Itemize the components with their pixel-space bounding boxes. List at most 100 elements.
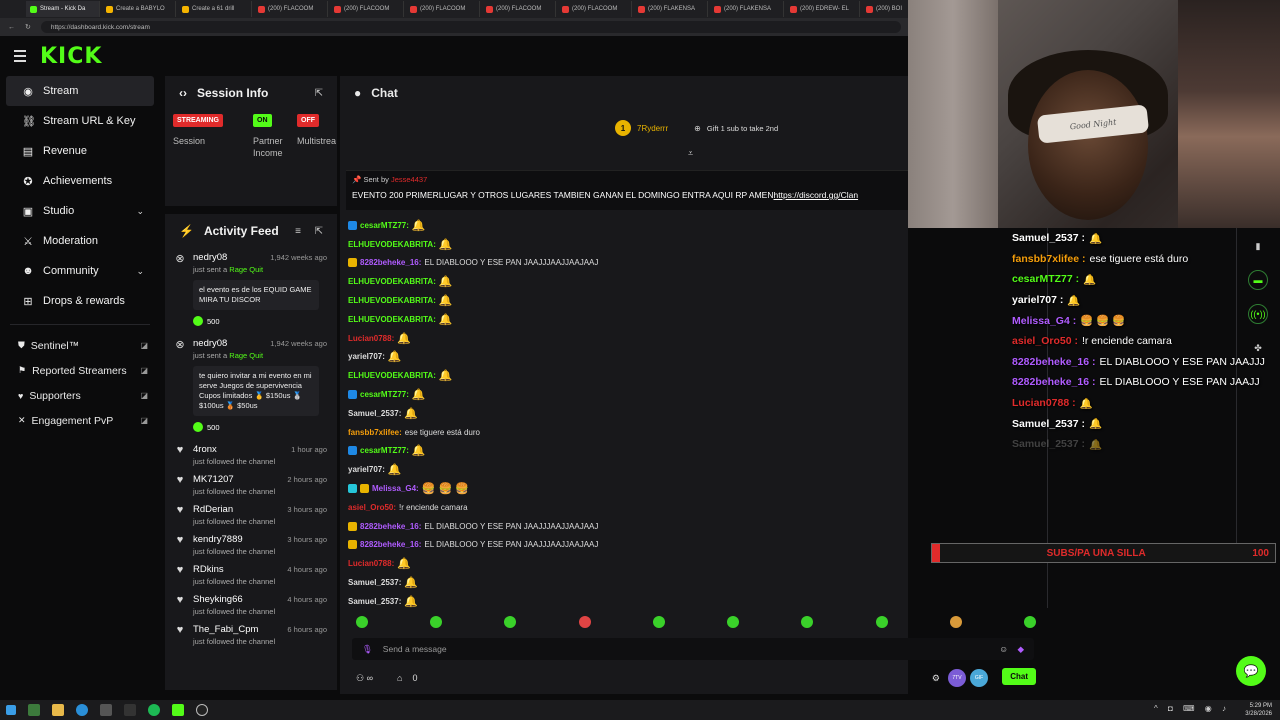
sidebar-item-studio[interactable]: ▣ Studio ⌄	[6, 196, 154, 226]
chevron-down-icon[interactable]: ⌄	[136, 206, 144, 217]
pin-icon[interactable]: ◪	[140, 341, 148, 350]
activity-username[interactable]: 4ronx	[193, 444, 275, 455]
sidebar-item-drops-rewards[interactable]: ⊞ Drops & rewards	[6, 286, 154, 316]
broadcast-icon[interactable]: ((•))	[1248, 304, 1268, 324]
chat-username[interactable]: 8282beheke_16:	[360, 258, 421, 267]
sidebar-item-stream[interactable]: ◉ Stream	[6, 76, 154, 106]
activity-username[interactable]: RdDerian	[193, 504, 275, 515]
sidebar-item-community[interactable]: ☻ Community ⌄	[6, 256, 154, 286]
top-gifter[interactable]: 1 7Ryderrr ⊕ Gift 1 sub to take 2nd	[615, 120, 778, 136]
sidebar-extra-supporters[interactable]: ♥ Supporters ◪	[6, 383, 154, 408]
browser-tab[interactable]: (200) EDREW- EL	[786, 1, 860, 17]
windows-start-icon[interactable]	[6, 705, 16, 715]
chat-input[interactable]: 🎙 Send a message ☺ ◆	[352, 638, 1034, 660]
browser-tab[interactable]: (200) FLAKENSA	[634, 1, 708, 17]
pin-icon[interactable]: ◪	[140, 391, 148, 400]
activity-username[interactable]: The_Fabi_Cpm	[193, 624, 275, 635]
browser-tab[interactable]: Create a BABYLO	[102, 1, 176, 17]
sidebar-item-revenue[interactable]: ▤ Revenue	[6, 136, 154, 166]
quick-emote-icon[interactable]	[652, 616, 665, 628]
7tv-icon[interactable]: 7TV	[948, 669, 966, 687]
chat-username[interactable]: Melissa_G4:	[372, 484, 419, 493]
popout-icon[interactable]: ⇱	[315, 226, 323, 237]
chat-username[interactable]: yariel707:	[348, 352, 385, 361]
chat-username[interactable]: fansbb7xlifee:	[348, 428, 402, 437]
folder-icon[interactable]	[52, 704, 64, 716]
chat-send-button[interactable]: Chat	[1002, 668, 1036, 685]
sidebar-extra-sentinel[interactable]: ⛊ Sentinel™ ◪	[6, 333, 154, 358]
browser-tab[interactable]: (200) FLACOOM	[558, 1, 632, 17]
sidebar-item-moderation[interactable]: ⚔ Moderation	[6, 226, 154, 256]
kick-app-icon[interactable]	[172, 704, 184, 716]
quick-emote-icon[interactable]	[1023, 616, 1036, 628]
browser-tab[interactable]: Stream - Kick Da	[26, 1, 100, 17]
quick-emote-icon[interactable]	[875, 616, 888, 628]
chat-username[interactable]: Samuel_2537:	[348, 597, 401, 606]
store-app-icon[interactable]	[100, 704, 112, 716]
browser-tab[interactable]: (200) FLAKENSA	[710, 1, 784, 17]
browser-tab[interactable]: (200) FLACOOM	[330, 1, 404, 17]
spotify-icon[interactable]	[148, 704, 160, 716]
chat-username[interactable]: ELHUEVODEKABRITA:	[348, 277, 436, 286]
pinned-sender-name[interactable]: Jesse4437	[391, 175, 427, 184]
chat-icon[interactable]: ▬	[1248, 270, 1268, 290]
popout-icon[interactable]: ⇱	[315, 88, 323, 99]
chat-username[interactable]: cesarMTZ77:	[360, 446, 409, 455]
refresh-icon[interactable]: ↻	[25, 23, 31, 31]
chat-username[interactable]: cesarMTZ77:	[360, 390, 409, 399]
sidebar-item-stream-url-key[interactable]: ⛓ Stream URL & Key	[6, 106, 154, 136]
chat-username[interactable]: Samuel_2537:	[348, 409, 401, 418]
chat-username[interactable]: Lucian0788:	[348, 559, 394, 568]
mic-icon[interactable]: 🎙	[362, 644, 373, 655]
quick-emote-icon[interactable]	[801, 616, 814, 628]
terminal-icon[interactable]	[28, 704, 40, 716]
chat-username[interactable]: 8282beheke_16:	[360, 522, 421, 531]
activity-username[interactable]: RDkins	[193, 564, 275, 575]
people-icon[interactable]: ⚇ ∞	[356, 673, 373, 684]
chat-username[interactable]: ELHUEVODEKABRITA:	[348, 371, 436, 380]
quick-emote-icon[interactable]	[504, 616, 517, 628]
browser-tab[interactable]: (200) FLACOOM	[254, 1, 328, 17]
chat-username[interactable]: ELHUEVODEKABRITA:	[348, 315, 436, 324]
chat-username[interactable]: ELHUEVODEKABRITA:	[348, 240, 436, 249]
support-chat-button[interactable]: 💬	[1236, 656, 1266, 686]
pen-icon[interactable]	[124, 704, 136, 716]
system-tray[interactable]: ^ ◘ ⌨ ◉ ♪	[1154, 704, 1230, 713]
quick-emote-icon[interactable]	[578, 616, 591, 628]
chat-username[interactable]: 8282beheke_16:	[360, 540, 421, 549]
filter-icon[interactable]: ≡	[295, 226, 301, 237]
gif-icon[interactable]: GIF	[970, 669, 988, 687]
pin-icon[interactable]: ◪	[140, 366, 148, 375]
chat-username[interactable]: cesarMTZ77:	[360, 221, 409, 230]
activity-username[interactable]: kendry7889	[193, 534, 275, 545]
kick-logo[interactable]: KICK	[40, 44, 102, 69]
chevron-down-icon[interactable]: ⌄	[136, 266, 144, 277]
pinned-link[interactable]: https://discord.gg/Clan	[774, 190, 859, 200]
document-icon[interactable]: ▮	[1248, 236, 1268, 256]
collapse-icon[interactable]: ⩡	[688, 148, 693, 159]
browser-tab[interactable]: (200) FLACOOM	[482, 1, 556, 17]
browser-tab[interactable]: Create a 61 drill	[178, 1, 252, 17]
chat-username[interactable]: Samuel_2537:	[348, 578, 401, 587]
pin-icon[interactable]: ◪	[140, 416, 148, 425]
quick-emote-icon[interactable]	[949, 616, 962, 628]
back-icon[interactable]: ←	[8, 24, 15, 31]
sidebar-extra-reported-streamers[interactable]: ⚑ Reported Streamers ◪	[6, 358, 154, 383]
kick-emote-icon[interactable]: ◆	[1017, 644, 1024, 655]
chat-username[interactable]: yariel707:	[348, 465, 385, 474]
edge-icon[interactable]	[76, 704, 88, 716]
emoji-icon[interactable]: ☺	[999, 644, 1008, 654]
settings-icon[interactable]: ⚙	[932, 673, 940, 684]
browser-tab[interactable]: (200) FLACOOM	[406, 1, 480, 17]
url-field[interactable]: https://dashboard.kick.com/stream	[40, 21, 901, 33]
chat-username[interactable]: Lucian0788:	[348, 334, 394, 343]
store-icon[interactable]: ⌂	[397, 673, 402, 683]
quick-emote-icon[interactable]	[356, 616, 368, 628]
chat-username[interactable]: asiel_Oro50:	[348, 503, 396, 512]
chat-username[interactable]: ELHUEVODEKABRITA:	[348, 296, 436, 305]
app-icon[interactable]: ✤	[1248, 338, 1268, 358]
quick-emote-icon[interactable]	[430, 616, 443, 628]
activity-username[interactable]: MK71207	[193, 474, 275, 485]
obs-icon[interactable]	[196, 704, 208, 716]
quick-emote-icon[interactable]	[727, 616, 740, 628]
